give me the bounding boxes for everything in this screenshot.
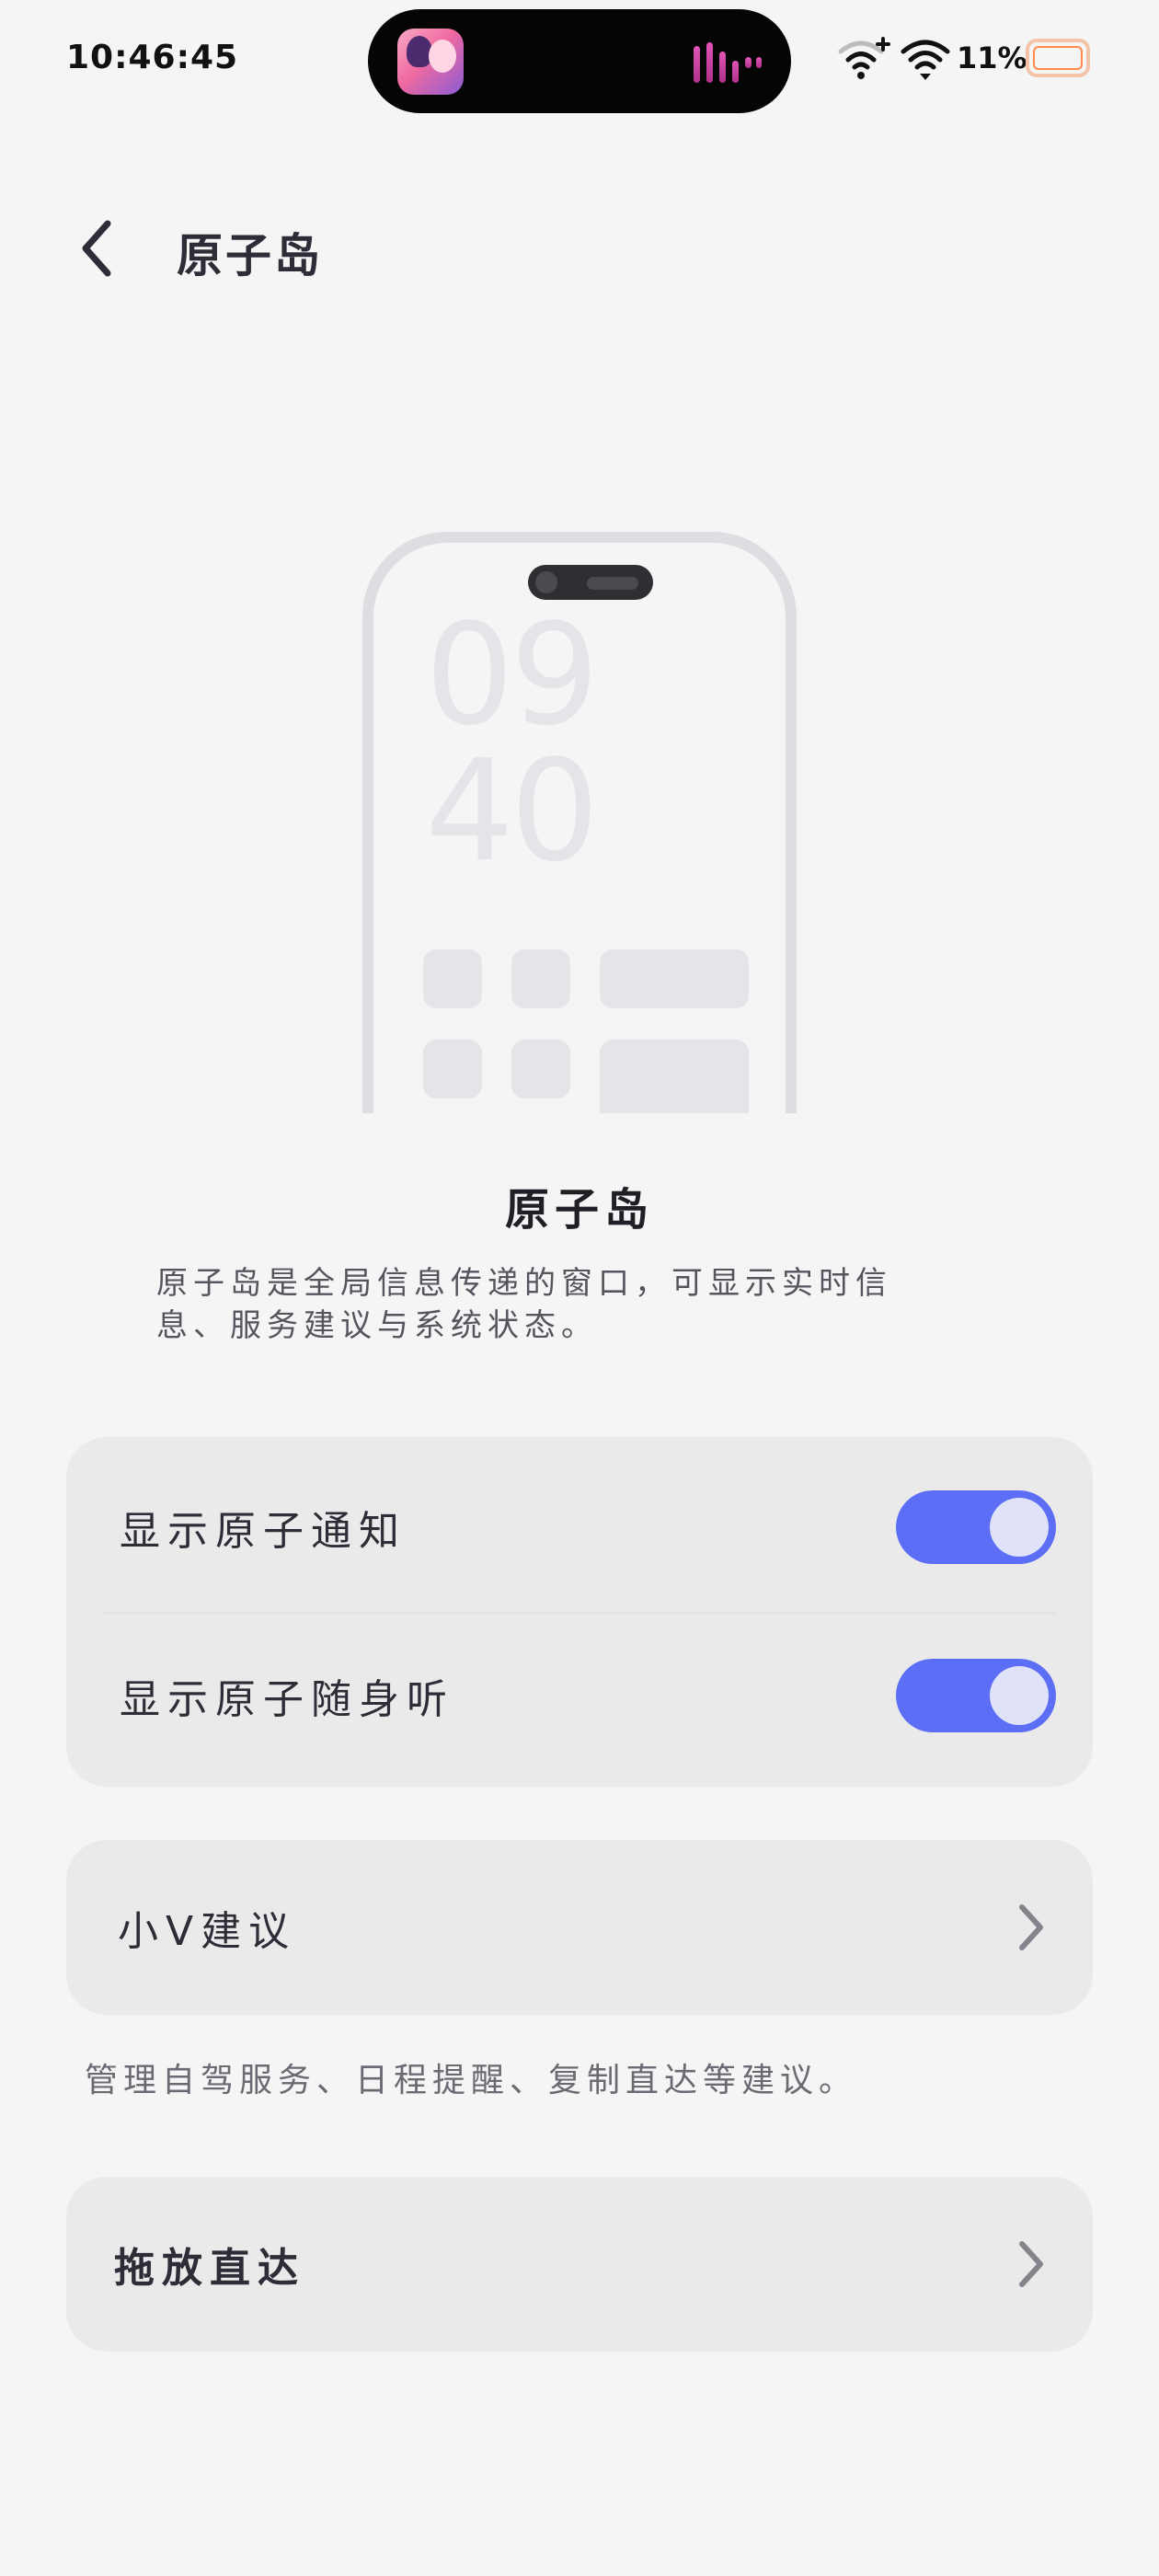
toggle-label: 显示原子通知: [120, 1507, 407, 1555]
back-button[interactable]: [64, 212, 129, 285]
toggle-row-notifications[interactable]: 显示原子通知: [66, 1446, 1093, 1607]
battery-icon: [1026, 39, 1090, 77]
clock-hours: 09: [425, 593, 599, 756]
toggle-label: 显示原子随身听: [120, 1675, 454, 1723]
illustration-tile: [600, 949, 749, 1008]
illustration-tile: [511, 1040, 570, 1098]
clock-minutes: 40: [425, 730, 599, 892]
suggestions-note: 管理自驾服务、日程提醒、复制直达等建议。: [85, 2062, 858, 2099]
status-time: 10:46:45: [66, 39, 239, 76]
divider: [103, 1612, 1056, 1614]
toggle-card: 显示原子通知 显示原子随身听: [66, 1437, 1093, 1787]
toggle-knob: [990, 1665, 1049, 1725]
illustration-tile: [511, 949, 570, 1008]
chevron-left-icon: [82, 220, 111, 277]
app-avatar-icon[interactable]: [397, 29, 464, 95]
intro-title: 原子岛: [504, 1184, 654, 1236]
illustration-clock: 09 40: [425, 593, 599, 892]
toggle-knob: [990, 1497, 1049, 1557]
suggestions-label: 小V建议: [118, 1908, 297, 1955]
chevron-right-icon: [1010, 1900, 1052, 1955]
drag-drop-card[interactable]: 拖放直达: [66, 2177, 1093, 2352]
wifi-icon: [901, 40, 950, 80]
wifi-plus-icon: [838, 37, 890, 79]
notifications-toggle[interactable]: [896, 1489, 1056, 1564]
suggestions-row[interactable]: 小V建议: [66, 1840, 1093, 2015]
dynamic-island[interactable]: [368, 9, 791, 113]
suggestions-card[interactable]: 小V建议: [66, 1840, 1093, 2015]
illustration-tile: [423, 1040, 482, 1098]
drag-drop-row[interactable]: 拖放直达: [66, 2177, 1093, 2352]
illustration-tile: [423, 949, 482, 1008]
illustration-tile: [600, 1040, 749, 1113]
audio-wave-icon: [694, 42, 762, 83]
chevron-right-icon: [1010, 2237, 1052, 2292]
page-title: 原子岛: [177, 229, 323, 282]
toggle-row-music[interactable]: 显示原子随身听: [66, 1615, 1093, 1776]
intro-description: 原子岛是全局信息传递的窗口，可显示实时信息、服务建议与系统状态。: [156, 1265, 892, 1344]
battery-percent: 11%: [957, 40, 1027, 75]
drag-drop-label: 拖放直达: [114, 2245, 305, 2292]
music-toggle[interactable]: [896, 1658, 1056, 1732]
phone-illustration: 09 40: [362, 532, 797, 1113]
